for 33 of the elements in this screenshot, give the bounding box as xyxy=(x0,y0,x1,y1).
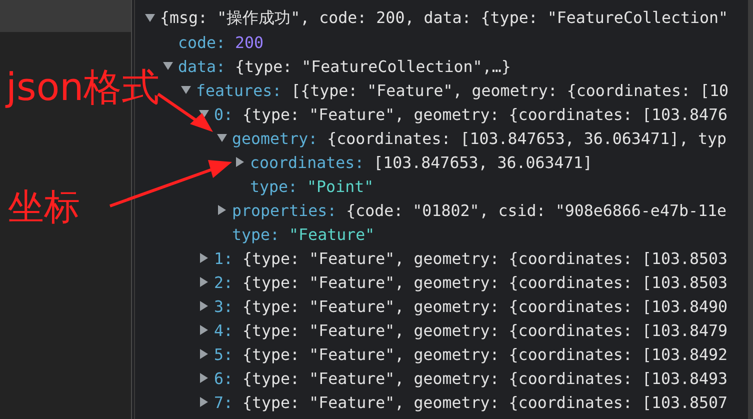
json-line: 3: {type: "Feature", geometry: {coordinates: [103.8490 xyxy=(214,296,728,316)
json-line: 4: {type: "Feature", geometry: {coordinates: [103.8479 xyxy=(214,320,728,340)
json-line: 5: {type: "Feature", geometry: {coordinates: [103.8492 xyxy=(214,344,728,364)
triangle-right-icon[interactable] xyxy=(217,205,227,215)
json-line: 0: {type: "Feature", geometry: {coordinates: [103.8476 xyxy=(214,104,728,124)
json-line: properties: {code: "01802", csid: "908e6866-e47b-11e xyxy=(232,200,727,220)
scrollbar[interactable] xyxy=(748,0,753,419)
json-line: geometry: {coordinates: [103.847653, 36.063471], typ xyxy=(232,128,727,148)
json-line: 7: {type: "Feature", geometry: {coordinates: [103.8507 xyxy=(214,392,728,412)
json-line: data: {type: "FeatureCollection",…} xyxy=(178,56,511,76)
triangle-down-icon[interactable] xyxy=(163,61,173,71)
triangle-down-icon[interactable] xyxy=(217,133,227,143)
triangle-right-icon[interactable] xyxy=(199,253,209,263)
annotation-label: 坐标 xyxy=(8,190,80,226)
json-line: 6: {type: "Feature", geometry: {coordinates: [103.8493 xyxy=(214,368,728,388)
annotation-label: json格式 xyxy=(6,68,160,106)
triangle-right-icon[interactable] xyxy=(235,157,245,167)
triangle-down-icon[interactable] xyxy=(181,85,191,95)
triangle-right-icon[interactable] xyxy=(199,301,209,311)
triangle-right-icon[interactable] xyxy=(199,277,209,287)
json-line: type: "Feature" xyxy=(232,224,375,244)
json-line: type: "Point" xyxy=(250,176,374,196)
triangle-right-icon[interactable] xyxy=(199,349,209,359)
triangle-right-icon[interactable] xyxy=(199,373,209,383)
json-line: code: 200 xyxy=(178,32,264,52)
json-line: 2: {type: "Feature", geometry: {coordinates: [103.8503 xyxy=(214,272,728,292)
triangle-right-icon[interactable] xyxy=(199,397,209,407)
json-line: features: [{type: "Feature", geometry: {coordinates: [10 xyxy=(196,80,729,100)
json-line: {msg: "操作成功", code: 200, data: {type: "FeatureCollection" xyxy=(160,8,728,28)
json-line: 1: {type: "Feature", geometry: {coordinates: [103.8503 xyxy=(214,248,728,268)
json-line: coordinates: [103.847653, 36.063471] xyxy=(250,152,592,172)
triangle-right-icon[interactable] xyxy=(199,325,209,335)
triangle-down-icon[interactable] xyxy=(145,13,155,23)
